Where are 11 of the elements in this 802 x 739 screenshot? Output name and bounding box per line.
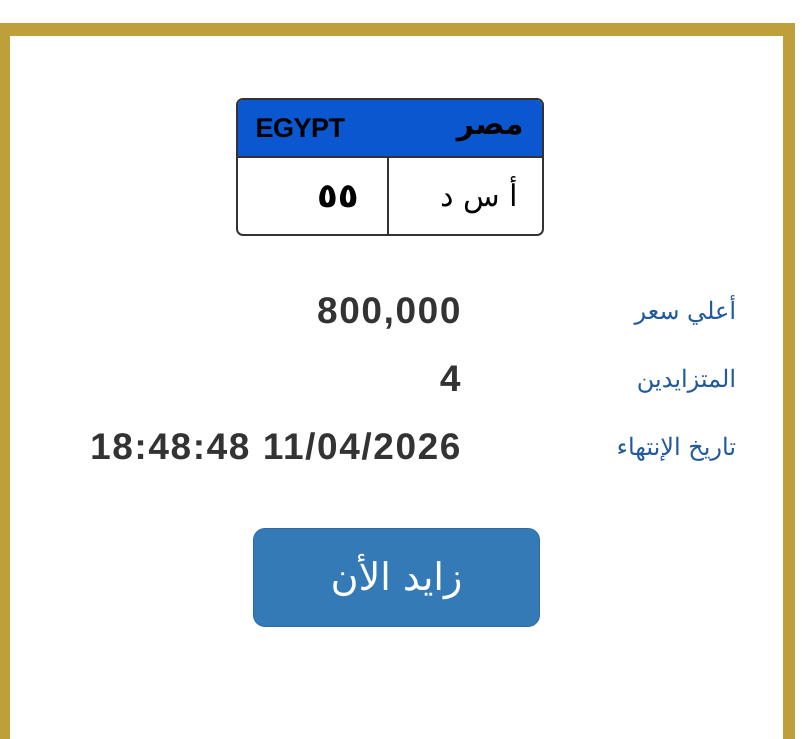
detail-value: 18:48:48 11/04/2026 xyxy=(90,425,462,470)
bid-button[interactable]: زايد الأن xyxy=(253,528,540,627)
plate-country-arabic: مصر xyxy=(456,110,524,140)
plate-letters: أ س د xyxy=(440,174,518,218)
detail-value: 4 xyxy=(440,357,462,402)
plate-number: ٥٥ xyxy=(316,174,358,218)
detail-value: 800,000 xyxy=(317,289,462,334)
detail-label: أعلي سعر xyxy=(632,294,736,327)
detail-label: تاريخ الإنتهاء xyxy=(616,432,736,463)
detail-label: المتزايدين xyxy=(636,364,736,395)
plate-country-latin: EGYPT xyxy=(256,112,345,145)
